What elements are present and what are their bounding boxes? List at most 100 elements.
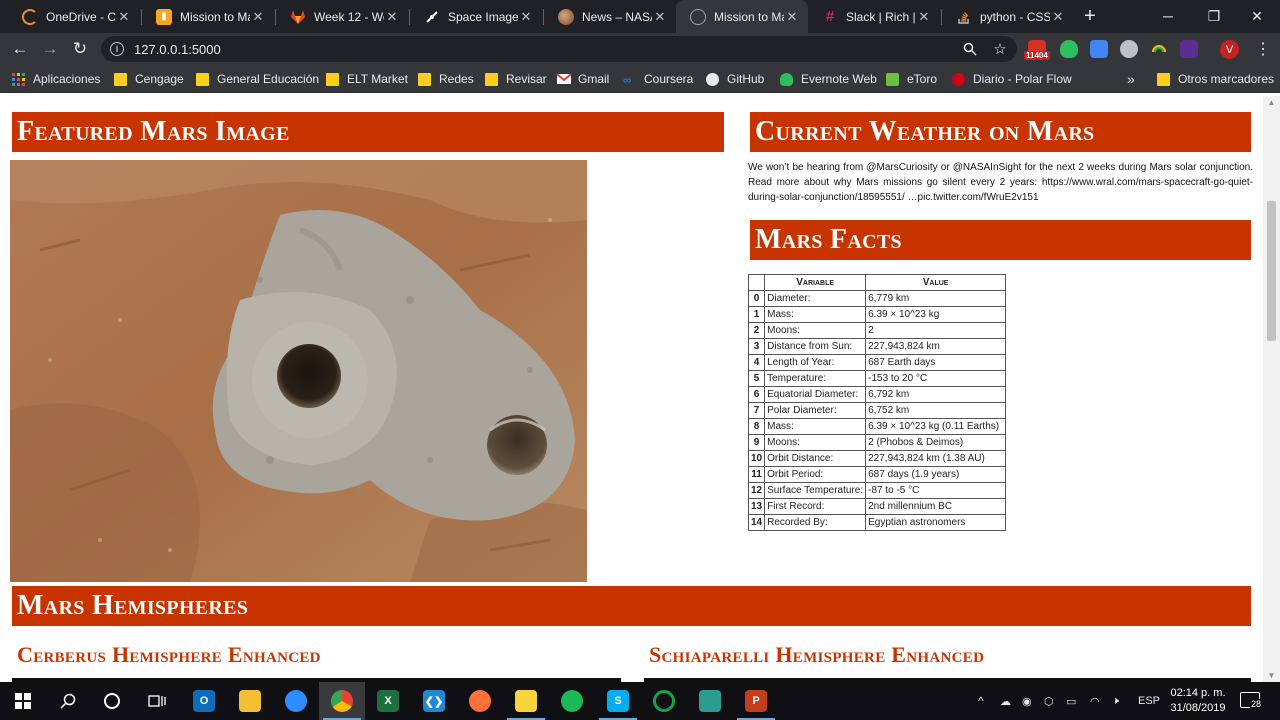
close-tab-icon[interactable]: ✕	[784, 9, 800, 25]
taskbar-app-sticky-notes[interactable]	[503, 682, 549, 720]
bookmark-apps[interactable]: Aplicaciones	[12, 71, 100, 87]
address-url[interactable]: 127.0.0.1:5000	[134, 42, 221, 57]
page-scrollbar[interactable]: ▲ ▼	[1263, 96, 1280, 682]
rainbow-extension-icon[interactable]	[1150, 40, 1168, 58]
bookmarks-overflow-chevron-icon[interactable]: »	[1127, 71, 1135, 87]
close-tab-icon[interactable]: ✕	[916, 9, 932, 25]
tab-strip: OneDrive - Ce ✕ ▮ Mission to Ma ✕ Week 1…	[0, 0, 1280, 33]
spotify-icon	[561, 690, 583, 712]
bookmark-coursera[interactable]: ∞ Coursera	[623, 71, 693, 87]
bookmark-polar-flow[interactable]: Diario - Polar Flow	[952, 71, 1072, 87]
taskbar-app-firefox[interactable]	[457, 682, 503, 720]
google-translate-extension-icon[interactable]	[1090, 40, 1108, 58]
clock[interactable]: 02:14 p. m. 31/08/2019	[1168, 686, 1228, 716]
variable-cell: Moons:	[764, 322, 867, 339]
taskbar-app-zoom[interactable]	[273, 682, 319, 720]
volume-mute-icon[interactable]: 🕨	[1112, 693, 1119, 709]
bookmark-star-icon[interactable]: ☆	[991, 40, 1009, 58]
table-row: 13 First Record: 2nd millennium BC	[747, 498, 1007, 515]
other-bookmarks[interactable]: Otros marcadores	[1157, 71, 1274, 87]
scrollbar-thumb[interactable]	[1267, 201, 1276, 341]
tray-globe-icon[interactable]: ◉	[1022, 693, 1032, 709]
scroll-down-arrow-icon[interactable]: ▼	[1267, 671, 1276, 680]
bookmarks-bar: Aplicaciones Cengage General Educación E…	[0, 65, 1280, 93]
tab-slack[interactable]: # Slack | Rich | D ✕	[808, 0, 940, 33]
table-row: 9 Moons: 2 (Phobos & Deimos)	[747, 434, 1007, 451]
close-tab-icon[interactable]: ✕	[384, 9, 400, 25]
bookmark-cengage[interactable]: Cengage	[114, 71, 184, 87]
chrome-menu-icon[interactable]: ⋮	[1250, 36, 1276, 62]
task-view-icon[interactable]	[134, 682, 180, 720]
bookmark-gmail[interactable]: Gmail	[556, 71, 609, 87]
grey-circle-extension-icon[interactable]	[1120, 40, 1138, 58]
table-row: 0 Diameter: 6,779 km	[747, 290, 1007, 307]
purple-extension-icon[interactable]	[1180, 40, 1198, 58]
value-cell: 227,943,824 km (1.38 AU)	[865, 450, 1007, 467]
evernote-icon	[780, 72, 793, 86]
taskbar-app-vscode[interactable]: ❮❯	[411, 682, 457, 720]
tab-mission-to-mars-active[interactable]: Mission to Ma ✕	[676, 0, 808, 33]
variable-cell: Orbit Distance:	[764, 450, 867, 467]
bookmark-revisar[interactable]: Revisar	[485, 71, 547, 87]
taskbar-app-outlook[interactable]: O	[181, 682, 227, 720]
featured-mars-image[interactable]	[10, 160, 587, 582]
bookmark-redes[interactable]: Redes	[418, 71, 474, 87]
battery-icon[interactable]: ▭	[1066, 693, 1076, 709]
mars-facts-heading: Mars Facts	[750, 220, 1251, 260]
taskbar-app-app-green-ring[interactable]	[641, 682, 687, 720]
tray-overflow-chevron-icon[interactable]: ^	[978, 693, 984, 709]
tab-week-12[interactable]: Week 12 - Wel ✕	[276, 0, 408, 33]
tab-mission-to-mars-notebook[interactable]: ▮ Mission to Ma ✕	[142, 0, 274, 33]
bookmark-elt-market[interactable]: ELT Market	[326, 71, 408, 87]
row-index: 3	[747, 338, 766, 355]
input-language[interactable]: ESP	[1138, 693, 1160, 709]
address-bar[interactable]: i 127.0.0.1:5000 ☆	[101, 36, 1017, 62]
close-tab-icon[interactable]: ✕	[250, 9, 266, 25]
close-window-button[interactable]: ✕	[1234, 0, 1280, 32]
close-tab-icon[interactable]: ✕	[1050, 9, 1066, 25]
variable-cell: Diameter:	[764, 290, 867, 307]
wifi-icon[interactable]: ◠	[1090, 693, 1100, 709]
profile-avatar[interactable]: V	[1220, 40, 1239, 59]
minimize-window-button[interactable]: ─	[1145, 0, 1191, 32]
tray-dropbox-icon[interactable]: ⬡	[1044, 693, 1054, 709]
table-row: 6 Equatorial Diameter: 6,792 km	[747, 386, 1007, 403]
variable-cell: Surface Temperature:	[764, 482, 867, 499]
row-index: 0	[747, 290, 766, 307]
close-tab-icon[interactable]: ✕	[116, 9, 132, 25]
scroll-up-arrow-icon[interactable]: ▲	[1267, 98, 1276, 107]
new-tab-button[interactable]: +	[1070, 0, 1110, 32]
tab-title: Mission to Ma	[180, 9, 250, 24]
search-icon[interactable]	[45, 682, 91, 720]
evernote-extension-icon[interactable]	[1060, 40, 1078, 58]
cortana-circle-icon[interactable]	[89, 682, 135, 720]
forward-arrow-icon[interactable]: →	[37, 36, 63, 62]
table-row: 4 Length of Year: 687 Earth days	[747, 354, 1007, 371]
taskbar-app-powerpoint[interactable]: P	[733, 682, 779, 720]
taskbar-app-gitkraken[interactable]	[687, 682, 733, 720]
tab-news-nasa[interactable]: News – NASA ✕	[544, 0, 676, 33]
windows-start-icon[interactable]	[0, 682, 46, 720]
tab-onedrive[interactable]: OneDrive - Ce ✕	[8, 0, 140, 33]
back-arrow-icon[interactable]: ←	[7, 36, 33, 62]
restore-window-button[interactable]: ❐	[1191, 0, 1237, 32]
taskbar-app-excel[interactable]: X	[365, 682, 411, 720]
taskbar-app-file-explorer[interactable]	[227, 682, 273, 720]
reload-icon[interactable]: ↻	[67, 36, 93, 62]
bookmark-github[interactable]: GitHub	[706, 71, 764, 87]
site-info-icon[interactable]: i	[110, 42, 124, 56]
tray-cloud-icon[interactable]: ☁	[1000, 693, 1011, 709]
taskbar-app-chrome[interactable]	[319, 682, 365, 720]
row-index: 9	[747, 434, 766, 451]
bookmark-general-educacion[interactable]: General Educación	[196, 71, 319, 87]
taskbar-app-spotify[interactable]	[549, 682, 595, 720]
row-index: 11	[747, 466, 766, 483]
bookmark-etoro[interactable]: eToro	[886, 71, 937, 87]
bookmark-evernote[interactable]: Evernote Web	[780, 71, 877, 87]
tab-python-css[interactable]: python - CSS ✕	[942, 0, 1074, 33]
tab-space-images[interactable]: Space Images ✕	[410, 0, 542, 33]
taskbar-app-skype[interactable]: S	[595, 682, 641, 720]
zoom-magnifier-icon[interactable]	[961, 40, 979, 58]
close-tab-icon[interactable]: ✕	[518, 9, 534, 25]
close-tab-icon[interactable]: ✕	[652, 9, 668, 25]
